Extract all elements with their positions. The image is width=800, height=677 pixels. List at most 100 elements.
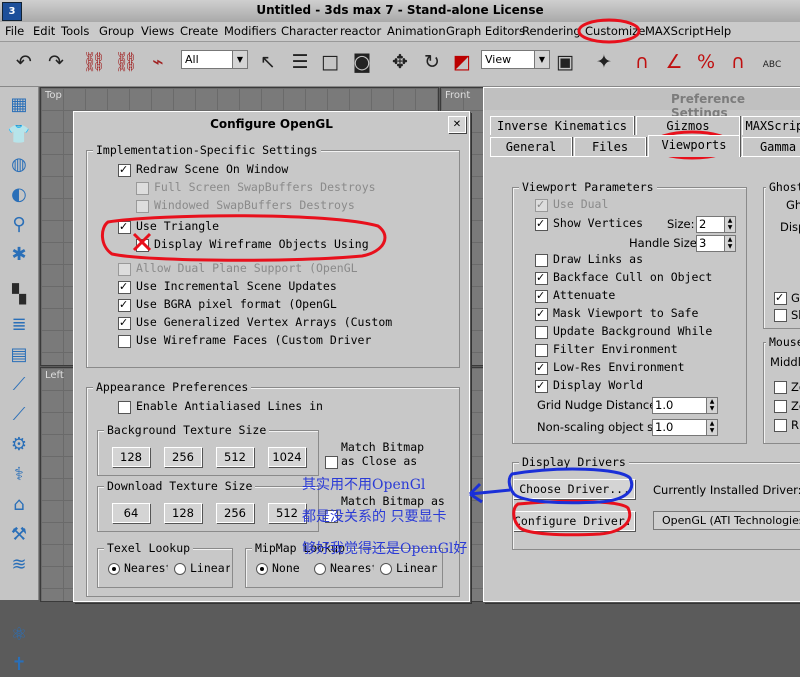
display-wireframe-checkbox[interactable] [136, 239, 149, 252]
select-and-manipulate-icon[interactable]: ✦ [592, 50, 616, 74]
draw-links-checkbox[interactable] [535, 254, 548, 267]
soft-body-collection-icon[interactable]: ◍ [6, 153, 32, 177]
incremental-updates-checkbox[interactable] [118, 280, 131, 294]
backface-cull-checkbox[interactable] [535, 271, 548, 285]
select-and-link-icon[interactable]: ⛓ [82, 50, 106, 74]
mipmap-nearest-radio[interactable] [314, 563, 326, 575]
point-to-point-icon[interactable]: ⟋ [6, 403, 32, 427]
ragdoll-constraint-icon[interactable]: ⚛ [6, 623, 32, 647]
dl-size-256-button[interactable]: 256 [216, 503, 254, 523]
rope-collection-icon[interactable]: ◐ [6, 183, 32, 207]
wind-icon[interactable]: ⚕ [6, 463, 32, 487]
select-by-name-icon[interactable]: ☰ [288, 50, 312, 74]
menu-edit[interactable]: Edit [33, 24, 55, 38]
rigid-body-collection-icon[interactable]: ▦ [6, 93, 32, 117]
menu-tools[interactable]: Tools [61, 24, 89, 38]
toy-car-icon[interactable]: ⌂ [6, 493, 32, 517]
redraw-scene-checkbox[interactable] [118, 163, 131, 177]
bg-size-256-button[interactable]: 256 [164, 447, 202, 467]
menu-group[interactable]: Group [99, 24, 134, 38]
menu-customize[interactable]: Customize [585, 24, 645, 38]
tab-files[interactable]: Files [574, 137, 646, 156]
generalized-vertex-arrays-checkbox[interactable] [118, 316, 131, 330]
use-triangle-checkbox[interactable] [118, 220, 131, 234]
bgra-pixel-format-checkbox[interactable] [118, 298, 131, 312]
dl-size-64-button[interactable]: 64 [112, 503, 150, 523]
bind-space-warp-icon[interactable]: ⌁ [146, 50, 170, 74]
texel-nearest-radio[interactable] [108, 563, 120, 575]
menu-reactor[interactable]: reactor [340, 24, 381, 38]
ragdoll-icon[interactable]: ✱ [6, 243, 32, 267]
select-and-rotate-icon[interactable]: ↻ [420, 50, 444, 74]
mask-viewport-checkbox[interactable] [535, 307, 548, 321]
use-dual-checkbox[interactable] [535, 198, 548, 212]
select-object-icon[interactable]: ↖ [256, 50, 280, 74]
menu-character[interactable]: Character [281, 24, 338, 38]
fracture-icon[interactable]: ⚒ [6, 523, 32, 547]
character-icon[interactable]: ✝ [6, 653, 32, 677]
bg-size-512-button[interactable]: 512 [216, 447, 254, 467]
mipmap-linear-radio[interactable] [380, 563, 392, 575]
bg-size-1024-button[interactable]: 1024 [268, 447, 306, 467]
menu-modifiers[interactable]: Modifiers [224, 24, 277, 38]
undo-icon[interactable]: ↶ [12, 50, 36, 74]
tab-viewports[interactable]: Viewports [648, 135, 740, 157]
menu-file[interactable]: File [5, 24, 24, 38]
tab-gizmos[interactable]: Gizmos [636, 116, 740, 135]
display-world-checkbox[interactable] [535, 379, 548, 393]
low-res-environment-checkbox[interactable] [535, 361, 548, 375]
size-spinner[interactable]: 2 ▲ ▼ [696, 216, 736, 233]
windowed-swapbuffers-checkbox[interactable] [136, 200, 149, 213]
right-click-checkbox[interactable] [774, 419, 787, 432]
select-and-scale-icon[interactable]: ◩ [450, 50, 474, 74]
dual-plane-checkbox[interactable] [118, 263, 131, 276]
percent-snap-icon[interactable]: % [694, 50, 718, 74]
texel-linear-radio[interactable] [174, 563, 186, 575]
menu-rendering[interactable]: Rendering [522, 24, 581, 38]
mipmap-none-radio[interactable] [256, 563, 268, 575]
spinner-arrows-icon[interactable]: ▲ ▼ [724, 235, 736, 252]
antialiased-lines-checkbox[interactable] [118, 401, 131, 414]
viewport-label-left[interactable]: Left [45, 370, 64, 381]
motor-icon[interactable]: ⚙ [6, 433, 32, 457]
grid-nudge-spinner[interactable]: 1.0 ▲ ▼ [652, 397, 718, 414]
tab-inverse-kinematics[interactable]: Inverse Kinematics [490, 116, 634, 135]
tab-general[interactable]: General [490, 137, 572, 156]
selection-filter-dropdown[interactable]: All ▼ [181, 50, 248, 69]
choose-driver-button[interactable]: Choose Driver... [513, 479, 635, 499]
ghost-checkbox-1[interactable] [774, 291, 787, 305]
tab-maxscript[interactable]: MAXScript [742, 116, 800, 135]
bg-size-128-button[interactable]: 128 [112, 447, 150, 467]
fullscreen-swapbuffers-checkbox[interactable] [136, 182, 149, 195]
menu-graph-editors[interactable]: Graph Editors [446, 24, 525, 38]
dl-size-512-button[interactable]: 512 [268, 503, 306, 523]
dl-size-128-button[interactable]: 128 [164, 503, 202, 523]
spinner-arrows-icon[interactable]: ▲ ▼ [706, 397, 718, 414]
viewport-label-top[interactable]: Top [45, 90, 62, 101]
tab-gamma[interactable]: Gamma [742, 137, 800, 156]
spring-icon[interactable]: ≣ [6, 313, 32, 337]
water-icon[interactable]: ≋ [6, 553, 32, 577]
handle-size-spinner[interactable]: 3 ▲ ▼ [696, 235, 736, 252]
wireframe-faces-checkbox[interactable] [118, 335, 131, 348]
attenuate-checkbox[interactable] [535, 289, 548, 303]
angle-snap-icon[interactable]: ∠ [662, 50, 686, 74]
menu-create[interactable]: Create [180, 24, 218, 38]
menu-animation[interactable]: Animation [387, 24, 446, 38]
ghost-checkbox-2[interactable] [774, 309, 787, 322]
dashpot-icon[interactable]: ▤ [6, 343, 32, 367]
zoom-checkbox-1[interactable] [774, 381, 787, 394]
redo-icon[interactable]: ↷ [44, 50, 68, 74]
nonscaling-spinner[interactable]: 1.0 ▲ ▼ [652, 419, 718, 436]
named-selection-abc-icon[interactable]: ABC [760, 50, 784, 74]
select-and-move-icon[interactable]: ✥ [388, 50, 412, 74]
cloth-collection-icon[interactable]: 👕 [6, 123, 32, 147]
match-bitmap-bg-checkbox[interactable] [325, 456, 338, 469]
configure-driver-button[interactable]: Configure Driver... [513, 511, 635, 531]
snap-toggle-icon[interactable]: ∩ [630, 50, 654, 74]
menu-help[interactable]: Help [705, 24, 731, 38]
constraint-solver-icon[interactable]: ⚲ [6, 213, 32, 237]
spinner-arrows-icon[interactable]: ▲ ▼ [724, 216, 736, 233]
zoom-checkbox-2[interactable] [774, 400, 787, 413]
plane-icon[interactable]: ▚ [6, 283, 32, 307]
